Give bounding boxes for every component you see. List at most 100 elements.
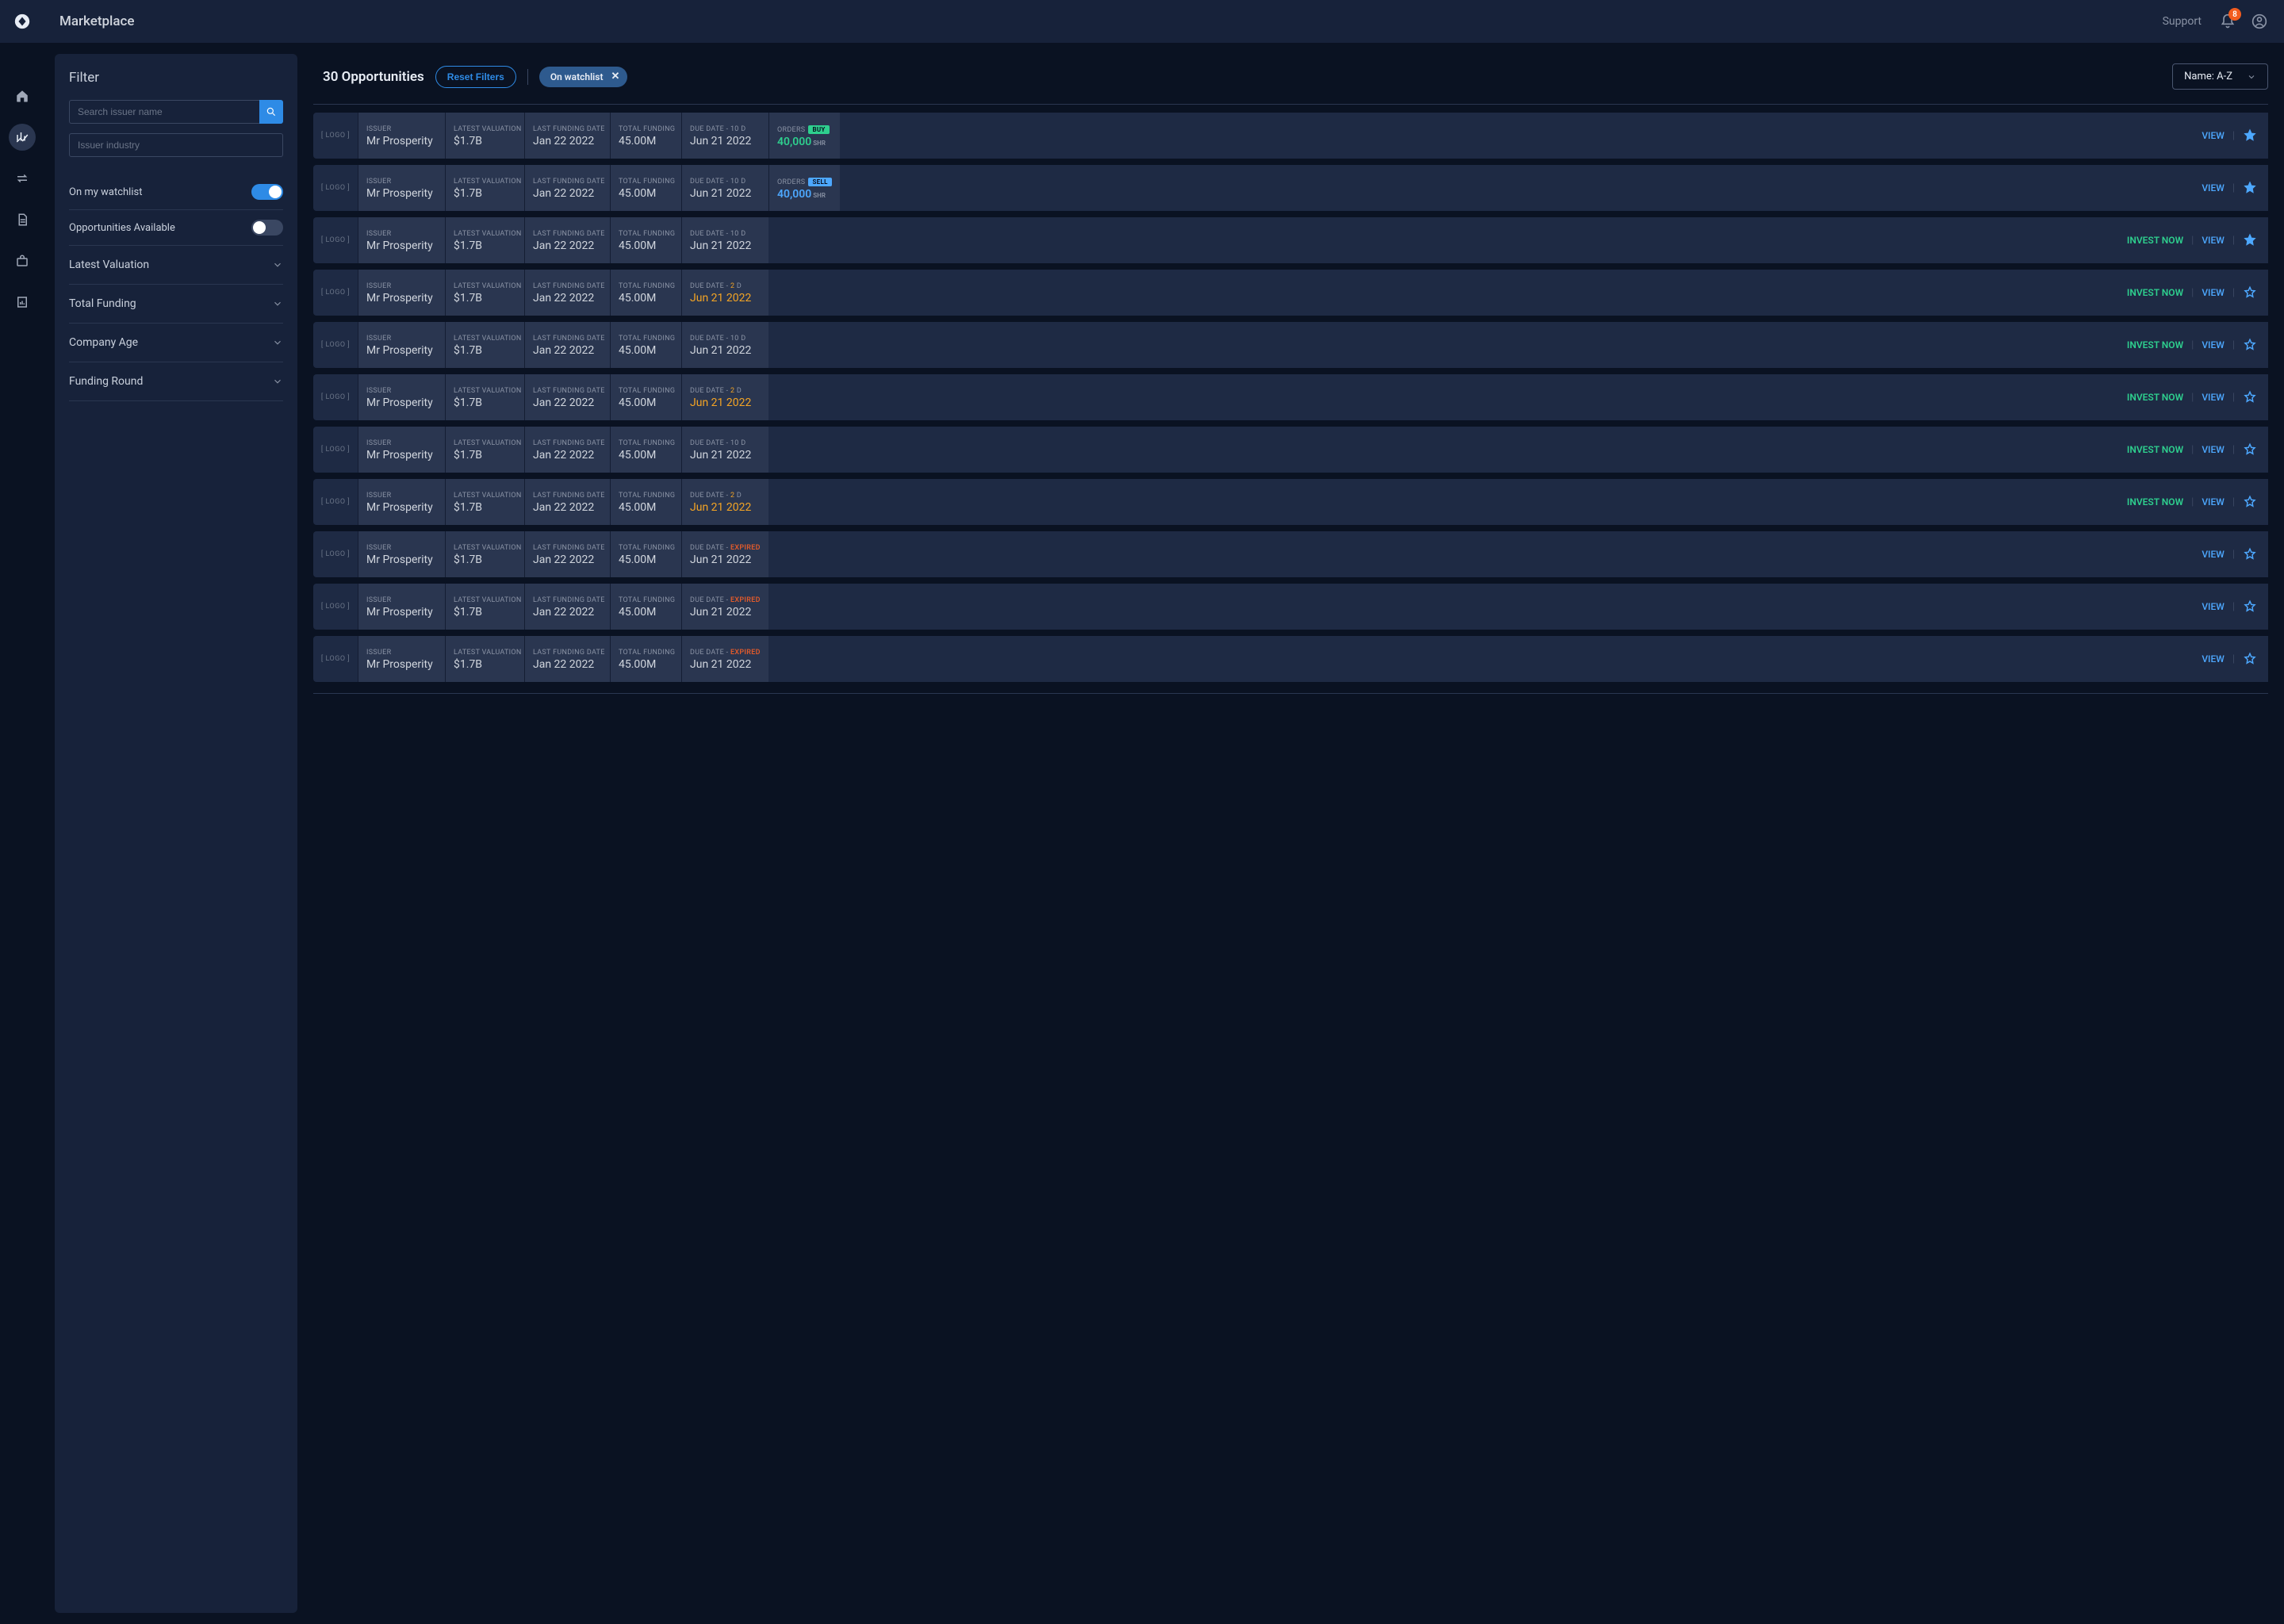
- row-actions: INVEST NOW| VIEW |: [2122, 479, 2268, 525]
- opportunity-row: [ LOGO ] ISSUER Mr Prosperity LATEST VAL…: [313, 584, 2268, 630]
- opportunity-row: [ LOGO ] ISSUER Mr Prosperity LATEST VAL…: [313, 636, 2268, 682]
- filter-accordion[interactable]: Total Funding: [69, 285, 283, 324]
- invest-link[interactable]: INVEST NOW: [2127, 444, 2183, 455]
- cell-total-funding: TOTAL FUNDING 45.00M: [610, 322, 681, 368]
- opportunity-row: [ LOGO ] ISSUER Mr Prosperity LATEST VAL…: [313, 322, 2268, 368]
- industry-input[interactable]: [69, 133, 283, 157]
- cell-valuation: LATEST VALUATION $1.7B: [445, 217, 524, 263]
- nav-home[interactable]: [9, 82, 36, 109]
- row-actions: INVEST NOW| VIEW |: [2122, 270, 2268, 316]
- invest-link[interactable]: INVEST NOW: [2127, 392, 2183, 403]
- view-link[interactable]: VIEW: [2202, 653, 2225, 665]
- cell-issuer: ISSUER Mr Prosperity: [358, 270, 445, 316]
- star-icon[interactable]: [2243, 652, 2257, 666]
- nav-documents[interactable]: [9, 206, 36, 233]
- star-icon[interactable]: [2243, 547, 2257, 561]
- cell-valuation: LATEST VALUATION $1.7B: [445, 165, 524, 211]
- notifications-button[interactable]: 8: [2219, 13, 2236, 30]
- cell-issuer: ISSUER Mr Prosperity: [358, 165, 445, 211]
- star-icon[interactable]: [2243, 442, 2257, 457]
- support-link[interactable]: Support: [2163, 15, 2202, 28]
- chevron-down-icon: [272, 259, 283, 270]
- invest-link[interactable]: INVEST NOW: [2127, 339, 2183, 350]
- view-link[interactable]: VIEW: [2202, 287, 2225, 298]
- issuer-logo: [ LOGO ]: [313, 322, 358, 368]
- search-issuer-input[interactable]: [69, 100, 259, 124]
- cell-last-funding-date: LAST FUNDING DATE Jan 22 2022: [524, 584, 610, 630]
- view-link[interactable]: VIEW: [2202, 549, 2225, 560]
- cell-issuer: ISSUER Mr Prosperity: [358, 584, 445, 630]
- row-actions: INVEST NOW| VIEW |: [2122, 427, 2268, 473]
- view-link[interactable]: VIEW: [2202, 130, 2225, 141]
- nav-reports[interactable]: [9, 289, 36, 316]
- invest-link[interactable]: INVEST NOW: [2127, 287, 2183, 298]
- cell-last-funding-date: LAST FUNDING DATE Jan 22 2022: [524, 165, 610, 211]
- star-icon[interactable]: [2243, 128, 2257, 143]
- view-link[interactable]: VIEW: [2202, 182, 2225, 193]
- left-nav-rail: [0, 43, 44, 1624]
- toggle-switch[interactable]: [251, 220, 283, 236]
- issuer-logo: [ LOGO ]: [313, 479, 358, 525]
- cell-due-date: DUE DATE - 10 D Jun 21 2022: [681, 165, 768, 211]
- opportunity-row: [ LOGO ] ISSUER Mr Prosperity LATEST VAL…: [313, 217, 2268, 263]
- issuer-logo: [ LOGO ]: [313, 374, 358, 420]
- cell-total-funding: TOTAL FUNDING 45.00M: [610, 374, 681, 420]
- view-link[interactable]: VIEW: [2202, 392, 2225, 403]
- filter-accordion[interactable]: Latest Valuation: [69, 246, 283, 285]
- star-icon[interactable]: [2243, 599, 2257, 614]
- issuer-logo: [ LOGO ]: [313, 531, 358, 577]
- star-icon[interactable]: [2243, 338, 2257, 352]
- issuer-logo: [ LOGO ]: [313, 113, 358, 159]
- opportunity-row: [ LOGO ] ISSUER Mr Prosperity LATEST VAL…: [313, 165, 2268, 211]
- opportunity-row: [ LOGO ] ISSUER Mr Prosperity LATEST VAL…: [313, 531, 2268, 577]
- topbar: Marketplace Support 8: [0, 0, 2284, 43]
- cell-issuer: ISSUER Mr Prosperity: [358, 479, 445, 525]
- nav-transfers[interactable]: [9, 165, 36, 192]
- cell-valuation: LATEST VALUATION $1.7B: [445, 113, 524, 159]
- filter-chip-watchlist[interactable]: On watchlist ✕: [539, 67, 628, 87]
- nav-marketplace[interactable]: [9, 124, 36, 151]
- row-actions: VIEW |: [2197, 531, 2268, 577]
- toggle-label: On my watchlist: [69, 186, 142, 198]
- cell-last-funding-date: LAST FUNDING DATE Jan 22 2022: [524, 531, 610, 577]
- sort-select[interactable]: Name: A-Z: [2172, 63, 2268, 90]
- profile-button[interactable]: [2251, 13, 2268, 30]
- filter-accordion[interactable]: Funding Round: [69, 362, 283, 401]
- cell-total-funding: TOTAL FUNDING 45.00M: [610, 531, 681, 577]
- invest-link[interactable]: INVEST NOW: [2127, 496, 2183, 508]
- row-actions: VIEW |: [2197, 636, 2268, 682]
- cell-last-funding-date: LAST FUNDING DATE Jan 22 2022: [524, 217, 610, 263]
- view-link[interactable]: VIEW: [2202, 496, 2225, 508]
- cell-issuer: ISSUER Mr Prosperity: [358, 113, 445, 159]
- star-icon[interactable]: [2243, 390, 2257, 404]
- chevron-down-icon: [272, 376, 283, 387]
- view-link[interactable]: VIEW: [2202, 444, 2225, 455]
- invest-link[interactable]: INVEST NOW: [2127, 235, 2183, 246]
- issuer-logo: [ LOGO ]: [313, 584, 358, 630]
- star-icon[interactable]: [2243, 495, 2257, 509]
- chevron-down-icon: [272, 337, 283, 348]
- reset-filters-button[interactable]: Reset Filters: [435, 66, 516, 88]
- cell-valuation: LATEST VALUATION $1.7B: [445, 322, 524, 368]
- view-link[interactable]: VIEW: [2202, 235, 2225, 246]
- cell-last-funding-date: LAST FUNDING DATE Jan 22 2022: [524, 636, 610, 682]
- star-icon[interactable]: [2243, 181, 2257, 195]
- star-icon[interactable]: [2243, 285, 2257, 300]
- cell-due-date: DUE DATE - 10 D Jun 21 2022: [681, 217, 768, 263]
- nav-portfolio[interactable]: [9, 247, 36, 274]
- star-icon[interactable]: [2243, 233, 2257, 247]
- cell-total-funding: TOTAL FUNDING 45.00M: [610, 427, 681, 473]
- chip-remove-icon[interactable]: ✕: [611, 71, 620, 82]
- view-link[interactable]: VIEW: [2202, 601, 2225, 612]
- issuer-logo: [ LOGO ]: [313, 427, 358, 473]
- issuer-logo: [ LOGO ]: [313, 217, 358, 263]
- cell-last-funding-date: LAST FUNDING DATE Jan 22 2022: [524, 322, 610, 368]
- search-button[interactable]: [259, 100, 283, 124]
- filter-accordion[interactable]: Company Age: [69, 324, 283, 362]
- view-link[interactable]: VIEW: [2202, 339, 2225, 350]
- cell-valuation: LATEST VALUATION $1.7B: [445, 374, 524, 420]
- cell-valuation: LATEST VALUATION $1.7B: [445, 270, 524, 316]
- cell-total-funding: TOTAL FUNDING 45.00M: [610, 584, 681, 630]
- toggle-switch[interactable]: [251, 184, 283, 200]
- filter-panel: Filter On my watchlist Opportunities Ava…: [55, 54, 297, 1613]
